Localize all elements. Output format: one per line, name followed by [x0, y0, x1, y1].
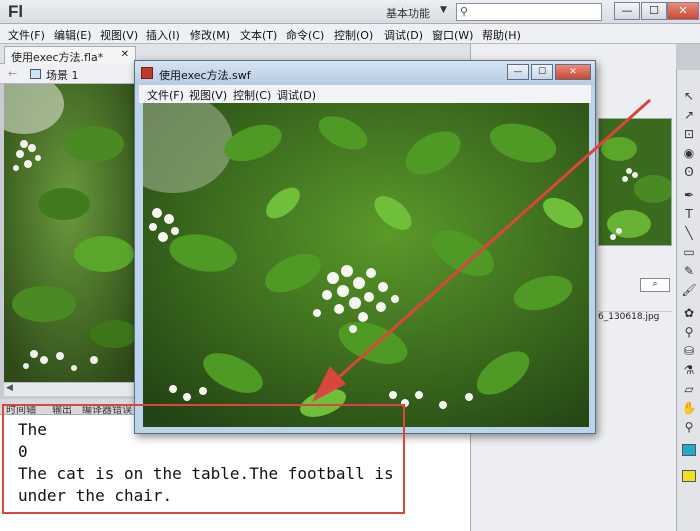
swf-menu-bar: 文件(F) 视图(V) 控制(C) 调试(D) [139, 85, 591, 103]
eraser-icon[interactable]: ▱ [681, 381, 697, 397]
bone-icon[interactable]: ⚲ [681, 324, 697, 340]
flash-player-icon [141, 67, 153, 79]
subselection-icon[interactable]: ↗ [681, 107, 697, 123]
deco-icon[interactable]: ✿ [681, 305, 697, 321]
swf-player-window[interactable]: 使用exec方法.swf — ☐ ✕ 文件(F) 视图(V) 控制(C) 调试(… [134, 60, 596, 434]
menu-debug[interactable]: 调试(D) [384, 27, 423, 43]
close-icon[interactable]: ✕ [121, 49, 129, 60]
menu-file[interactable]: 文件(F) [8, 27, 45, 43]
menu-command[interactable]: 命令(C) [286, 27, 324, 43]
fill-color-swatch[interactable] [682, 470, 696, 482]
menu-modify[interactable]: 修改(M) [190, 27, 230, 43]
lasso-icon[interactable]: ʘ [681, 164, 697, 180]
stage-horizontal-scrollbar[interactable]: ◀ [4, 382, 134, 396]
search-icon: ⚲ [460, 5, 469, 18]
3d-rotation-icon[interactable]: ◉ [681, 145, 697, 161]
stroke-color-swatch[interactable] [682, 444, 696, 456]
flash-logo: Fl [8, 2, 24, 21]
menu-text[interactable]: 文本(T) [240, 27, 277, 43]
menu-view[interactable]: 视图(V) [100, 27, 138, 43]
hand-icon[interactable]: ✋ [681, 400, 697, 416]
swf-minimize-button[interactable]: — [507, 64, 529, 80]
app-title-bar: Fl 基本功能 ▼ ⚲ — ☐ ✕ [0, 0, 700, 24]
close-button[interactable]: ✕ [667, 2, 699, 20]
pencil-icon[interactable]: ✎ [681, 263, 697, 279]
menu-edit[interactable]: 编辑(E) [54, 27, 92, 43]
swf-close-button[interactable]: ✕ [555, 64, 591, 80]
zoom-icon[interactable]: ⚲ [681, 419, 697, 435]
pen-icon[interactable]: ✒ [681, 187, 697, 203]
library-preview-image [598, 118, 672, 246]
rectangle-icon[interactable]: ▭ [681, 244, 697, 260]
chevron-down-icon[interactable]: ▼ [440, 5, 447, 15]
scene-icon [30, 69, 41, 79]
swf-menu-view[interactable]: 视图(V) [189, 87, 227, 103]
library-search-input[interactable]: ⌕ [640, 278, 670, 292]
workspace-selector[interactable]: 基本功能 [386, 5, 430, 21]
scroll-left-icon[interactable]: ◀ [6, 383, 13, 393]
help-search-input[interactable]: ⚲ [456, 3, 602, 21]
minimize-button[interactable]: — [614, 2, 640, 20]
swf-content-photo [143, 103, 589, 427]
eyedropper-icon[interactable]: ⚗ [681, 362, 697, 378]
back-arrow-icon[interactable]: ← [8, 67, 17, 80]
swf-title-bar[interactable]: 使用exec方法.swf — ☐ ✕ [135, 61, 595, 85]
stage-photo [4, 84, 134, 382]
scene-label[interactable]: 场景 1 [46, 67, 79, 83]
stage-canvas[interactable] [4, 84, 134, 382]
document-tab[interactable]: 使用exec方法.fla* ✕ [4, 46, 136, 64]
tools-panel: ↖ ↗ ⊡ ◉ ʘ ✒ T ╲ ▭ ✎ 🖌 ✿ ⚲ ⛁ ⚗ ▱ ✋ ⚲ [676, 70, 700, 531]
selection-arrow-icon[interactable]: ↖ [681, 88, 697, 104]
line-icon[interactable]: ╲ [681, 225, 697, 241]
menu-help[interactable]: 帮助(H) [482, 27, 521, 43]
library-item[interactable]: 6_130618.jpg [598, 312, 659, 322]
free-transform-icon[interactable]: ⊡ [681, 126, 697, 142]
swf-maximize-button[interactable]: ☐ [531, 64, 553, 80]
swf-menu-control[interactable]: 控制(C) [233, 87, 271, 103]
brush-icon[interactable]: 🖌 [681, 282, 697, 298]
text-icon[interactable]: T [681, 206, 697, 222]
main-menu-bar: 文件(F) 编辑(E) 视图(V) 插入(I) 修改(M) 文本(T) 命令(C… [0, 24, 700, 44]
library-header-row [598, 294, 672, 312]
menu-control[interactable]: 控制(O) [334, 27, 373, 43]
document-tab-label: 使用exec方法.fla* [11, 51, 104, 64]
paint-bucket-icon[interactable]: ⛁ [681, 343, 697, 359]
swf-menu-file[interactable]: 文件(F) [147, 87, 184, 103]
maximize-button[interactable]: ☐ [641, 2, 667, 20]
output-highlight-box [2, 404, 405, 514]
swf-menu-debug[interactable]: 调试(D) [277, 87, 316, 103]
menu-window[interactable]: 窗口(W) [432, 27, 473, 43]
swf-window-title: 使用exec方法.swf [159, 69, 251, 82]
menu-insert[interactable]: 插入(I) [146, 27, 180, 43]
